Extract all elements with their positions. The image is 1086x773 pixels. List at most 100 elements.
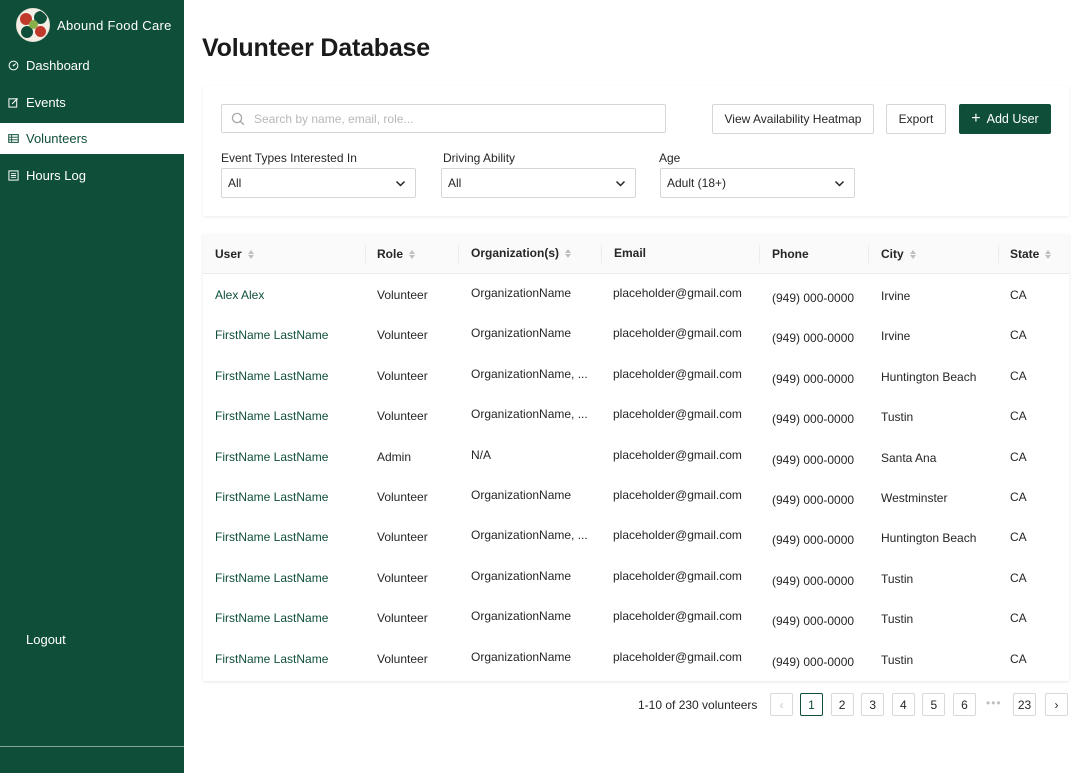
table-row[interactable]: FirstName LastName Volunteer OrganizationN…	[203, 597, 1069, 637]
cell-phone: (949) 000-0000	[772, 412, 855, 427]
cell-role: Admin	[377, 449, 412, 464]
cell-state: CA	[1010, 489, 1027, 504]
sidebar-item-hours-log[interactable]: Hours Log	[0, 160, 184, 191]
cell-email: placeholder@gmail.com	[613, 649, 742, 664]
sidebar-item-dashboard[interactable]: Dashboard	[0, 50, 184, 81]
table-row[interactable]: Alex Alex Volunteer OrganizationName placeh…	[203, 274, 1069, 314]
add-user-button[interactable]: + Add User	[959, 104, 1051, 134]
sort-icon[interactable]	[1045, 249, 1052, 259]
table-row[interactable]: FirstName LastName Volunteer OrganizationN…	[203, 476, 1069, 516]
cell-state: CA	[1010, 570, 1027, 585]
cell-user[interactable]: FirstName LastName	[215, 611, 328, 625]
age-select[interactable]: Adult (18+)	[660, 168, 855, 198]
driving-ability-select[interactable]: All	[441, 168, 636, 198]
column-header-city[interactable]: City	[881, 234, 916, 274]
sidebar-nav: Dashboard Events Volunteers Hours Log	[0, 50, 184, 196]
table-row[interactable]: FirstName LastName Volunteer OrganizationN…	[203, 395, 1069, 435]
table-row[interactable]: FirstName LastName Volunteer OrganizationN…	[203, 638, 1069, 678]
cell-organization: OrganizationName	[471, 649, 572, 664]
table-row[interactable]: FirstName LastName Admin N/A placeholder@gm…	[203, 436, 1069, 476]
column-header-phone: Phone	[772, 234, 809, 274]
column-divider	[458, 245, 459, 263]
export-button[interactable]: Export	[886, 104, 946, 134]
column-label: State	[1010, 247, 1040, 261]
pagination-prev-button[interactable]: ‹	[770, 693, 793, 716]
cell-email: placeholder@gmail.com	[613, 487, 742, 502]
cell-organization: OrganizationName, ...	[471, 407, 588, 422]
chevron-down-icon	[615, 180, 626, 187]
add-user-label: Add User	[986, 112, 1039, 126]
column-divider	[998, 245, 999, 263]
sort-icon[interactable]	[909, 249, 916, 259]
pagination-page-last[interactable]: 23	[1013, 693, 1036, 716]
event-types-select[interactable]: All	[221, 168, 416, 198]
table-row[interactable]: FirstName LastName Volunteer OrganizationN…	[203, 516, 1069, 556]
column-header-email: Email	[614, 233, 646, 273]
search-box[interactable]	[221, 104, 666, 133]
column-divider	[601, 245, 602, 263]
sidebar-item-volunteers[interactable]: Volunteers	[0, 123, 184, 154]
cell-user[interactable]: FirstName LastName	[215, 409, 328, 423]
column-header-state[interactable]: State	[1010, 234, 1052, 274]
sidebar: Abound Food Care Dashboard Events Volunt…	[0, 0, 184, 773]
search-input[interactable]	[254, 111, 654, 126]
sidebar-item-label: Events	[26, 94, 66, 110]
brand[interactable]: Abound Food Care	[16, 8, 172, 42]
view-heatmap-button[interactable]: View Availability Heatmap	[712, 104, 874, 134]
edit-icon	[8, 97, 19, 108]
cell-email: placeholder@gmail.com	[613, 286, 742, 300]
column-label: Role	[377, 247, 404, 261]
table-row[interactable]: FirstName LastName Volunteer OrganizationN…	[203, 314, 1069, 354]
cell-user[interactable]: FirstName LastName	[215, 328, 328, 342]
column-label: Email	[614, 246, 647, 260]
pagination-page-4[interactable]: 4	[891, 693, 915, 716]
cell-phone: (949) 000-0000	[772, 291, 855, 305]
cell-state: CA	[1010, 409, 1027, 424]
pagination-ellipsis[interactable]: •••	[986, 696, 1002, 710]
cell-organization: OrganizationName	[471, 286, 572, 300]
table-row[interactable]: FirstName LastName Volunteer OrganizationN…	[203, 355, 1069, 395]
column-header-role[interactable]: Role	[377, 234, 416, 274]
column-divider	[868, 245, 869, 263]
cell-user[interactable]: FirstName LastName	[215, 369, 328, 383]
pagination-page-2[interactable]: 2	[830, 693, 854, 716]
cell-user[interactable]: FirstName LastName	[215, 571, 328, 585]
cell-email: placeholder@gmail.com	[613, 366, 742, 381]
column-label: City	[881, 247, 904, 261]
cell-city: Huntington Beach	[881, 369, 977, 384]
abound-logo-icon	[16, 8, 50, 42]
pagination-next-button[interactable]: ›	[1045, 693, 1068, 716]
sidebar-item-label: Hours Log	[26, 167, 86, 183]
cell-user[interactable]: Alex Alex	[215, 288, 264, 302]
sidebar-divider	[0, 746, 184, 747]
cell-organization: N/A	[471, 447, 492, 462]
sidebar-item-label: Dashboard	[26, 58, 90, 73]
cell-state: CA	[1010, 530, 1027, 545]
pagination-page-3[interactable]: 3	[861, 693, 885, 716]
cell-user[interactable]: FirstName LastName	[215, 450, 328, 464]
cell-state: CA	[1010, 449, 1027, 464]
cell-user[interactable]: FirstName LastName	[215, 490, 328, 504]
column-divider	[759, 245, 760, 263]
table-icon	[8, 134, 19, 143]
cell-phone: (949) 000-0000	[772, 573, 855, 588]
pagination-page-5[interactable]: 5	[922, 693, 946, 716]
table-header: User Role Organization(s) Email Phone Ci…	[203, 234, 1069, 274]
pagination-page-1[interactable]: 1	[800, 693, 823, 716]
cell-role: Volunteer	[377, 409, 428, 424]
cell-phone: (949) 000-0000	[772, 452, 855, 467]
sort-icon[interactable]	[565, 248, 572, 258]
sidebar-item-events[interactable]: Events	[0, 87, 184, 118]
cell-user[interactable]: FirstName LastName	[215, 652, 328, 666]
cell-city: Westminster	[881, 490, 948, 505]
sort-icon[interactable]	[247, 249, 254, 259]
column-header-user[interactable]: User	[215, 234, 254, 274]
pagination-page-6[interactable]: 6	[953, 693, 976, 716]
sort-icon[interactable]	[409, 249, 416, 259]
column-header-organizations[interactable]: Organization(s)	[471, 233, 572, 273]
cell-role: Volunteer	[377, 489, 428, 504]
table-row[interactable]: FirstName LastName Volunteer OrganizationN…	[203, 557, 1069, 597]
logout-button[interactable]: Logout	[26, 632, 66, 647]
cell-user[interactable]: FirstName LastName	[215, 530, 328, 544]
cell-role: Volunteer	[377, 368, 428, 383]
